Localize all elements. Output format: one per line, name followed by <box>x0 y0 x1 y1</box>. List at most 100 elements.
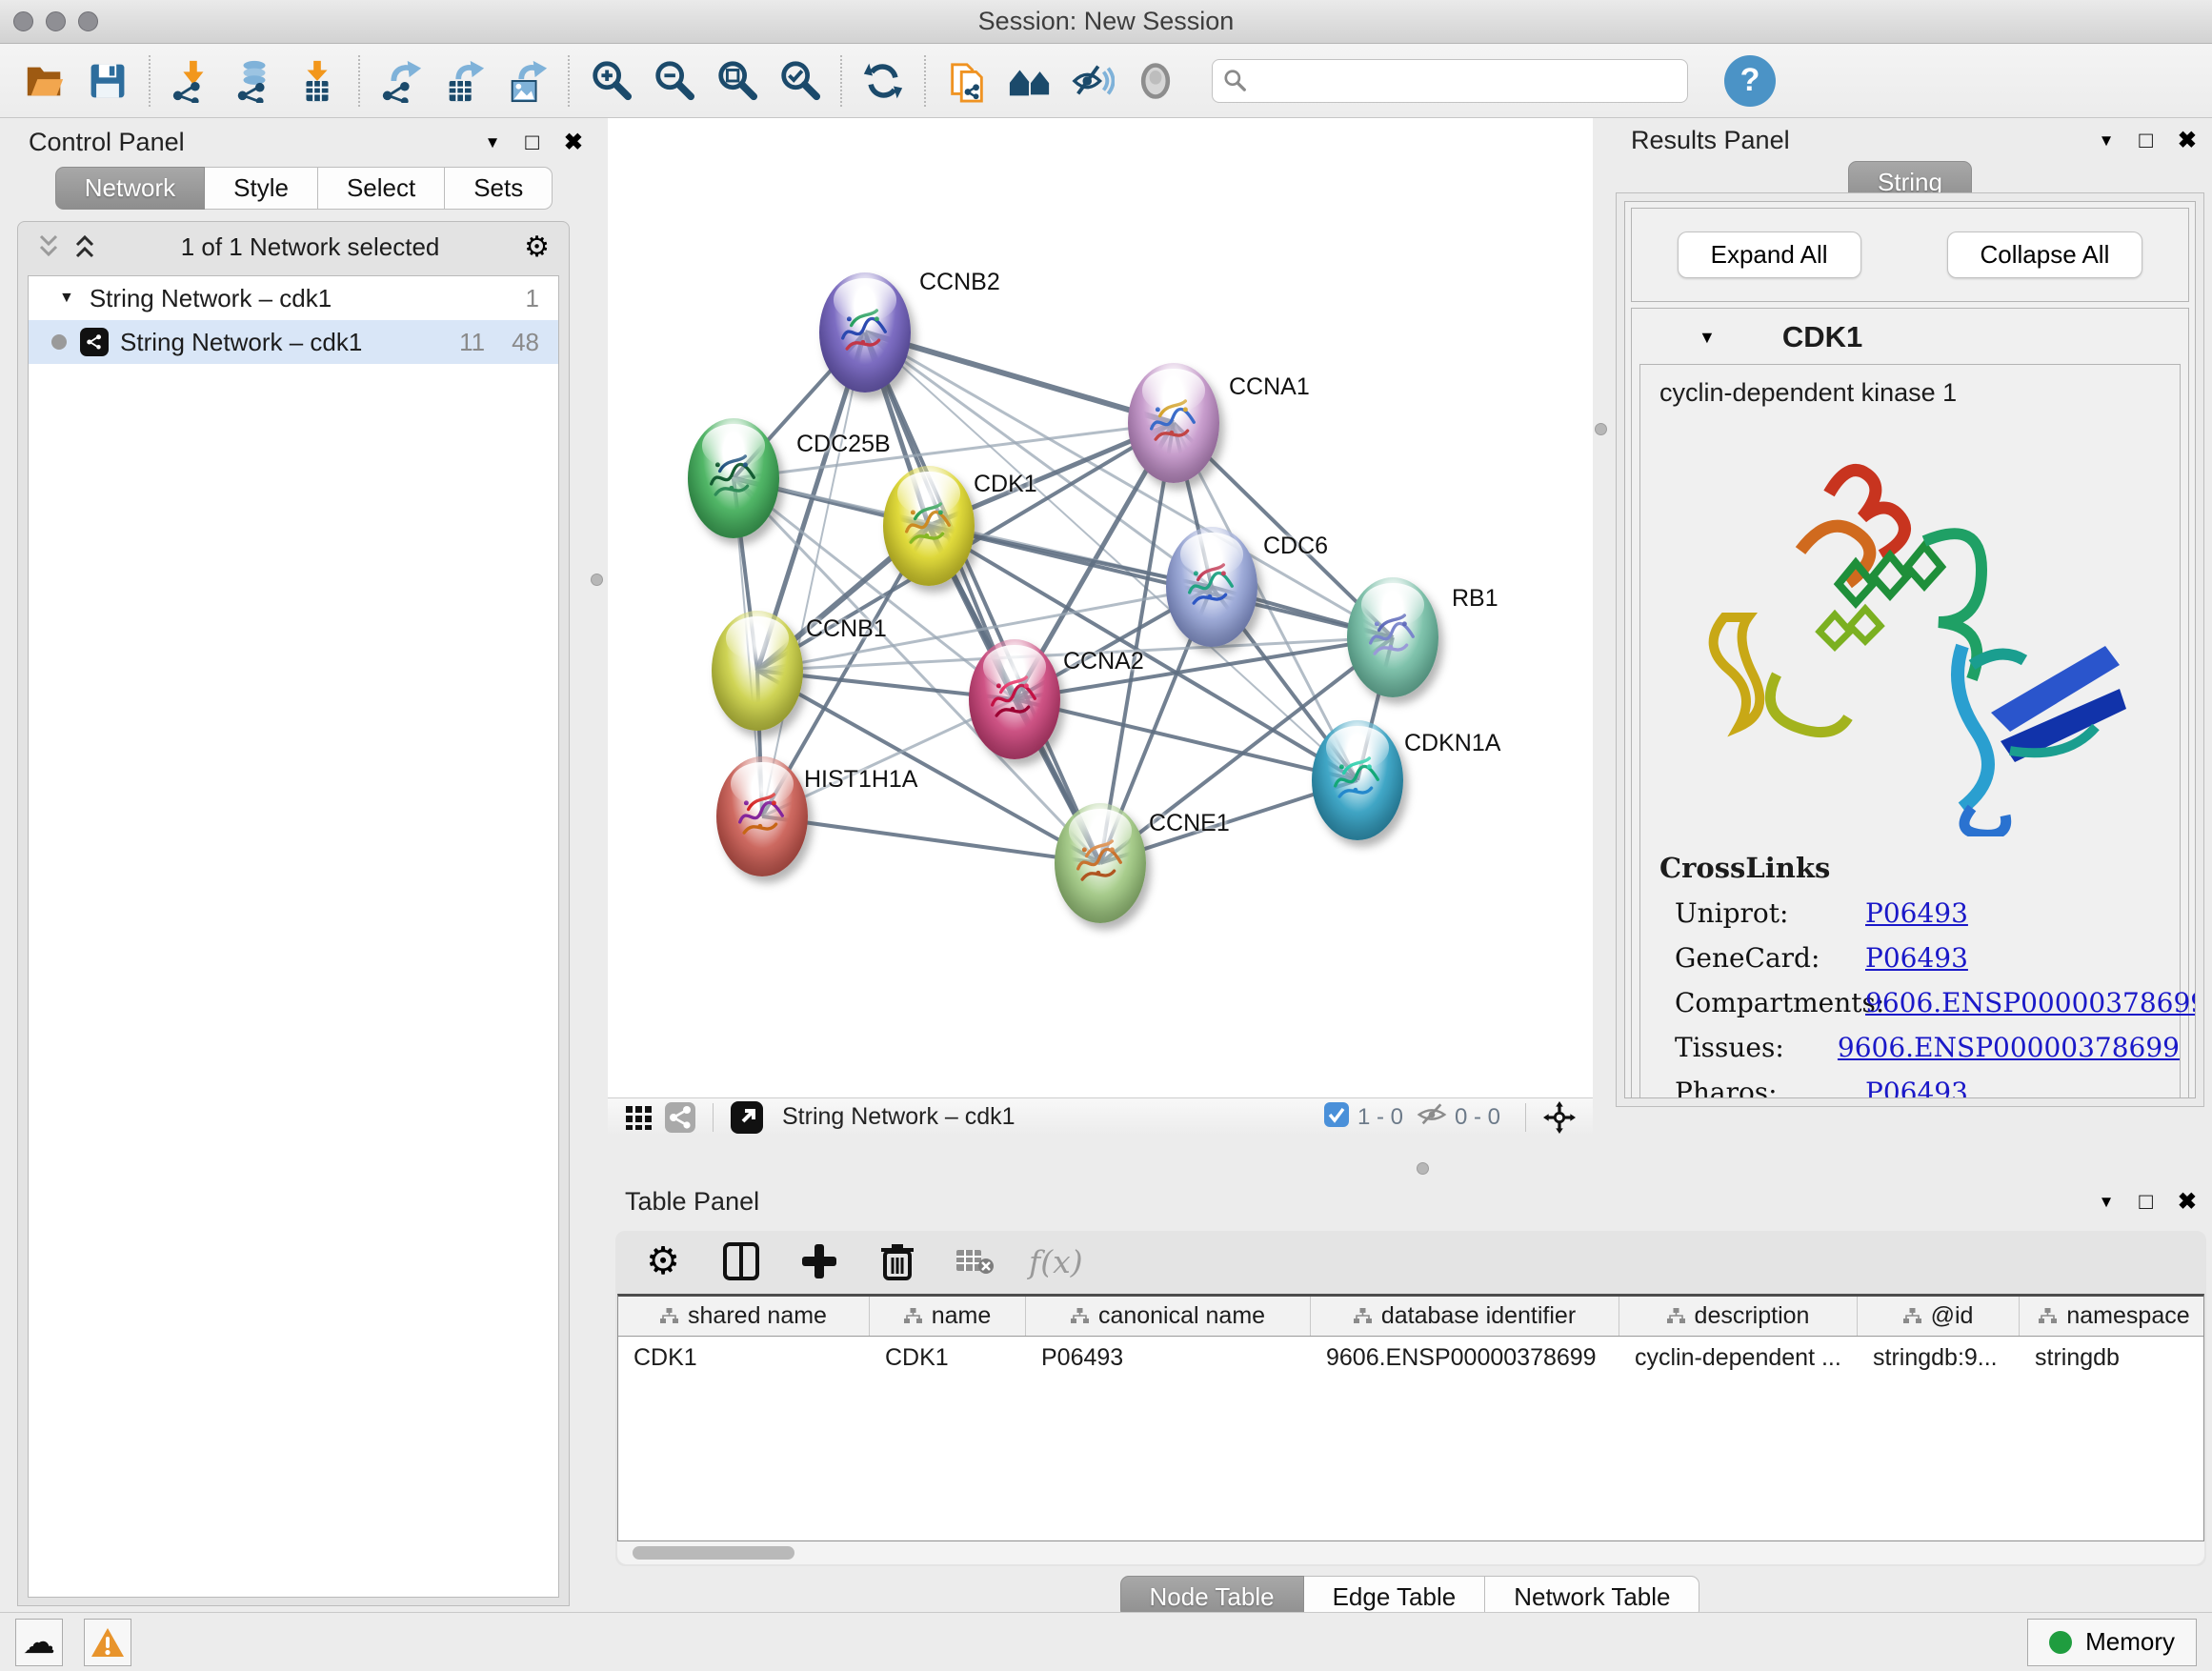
scrollbar-thumb[interactable] <box>633 1546 794 1560</box>
network-node-hist1h1a[interactable] <box>716 756 808 876</box>
table-cell[interactable]: cyclin-dependent ... <box>1619 1344 1858 1372</box>
refresh-view-button[interactable] <box>852 50 915 111</box>
table-cell[interactable]: CDK1 <box>618 1344 870 1372</box>
crosslink-link[interactable]: 9606.ENSP00000378699 <box>1838 1032 2180 1063</box>
node-label-ccnb2: CCNB2 <box>919 269 1000 296</box>
panel-menu-button[interactable]: ▼ <box>485 133 501 152</box>
save-session-button[interactable] <box>76 50 139 111</box>
left-splitter-handle[interactable] <box>591 574 603 586</box>
network-collection-row[interactable]: ▼ String Network – cdk1 1 <box>29 276 558 320</box>
table-row[interactable]: CDK1CDK1P064939606.ENSP00000378699cyclin… <box>618 1337 2203 1379</box>
network-node-cdk1[interactable] <box>883 466 975 586</box>
help-button[interactable]: ? <box>1724 55 1776 107</box>
export-table-button[interactable] <box>432 50 495 111</box>
results-panel-title: Results Panel <box>1631 126 1790 155</box>
grid-view-button[interactable] <box>619 1103 659 1132</box>
bottom-splitter-handle[interactable] <box>1417 1162 1429 1175</box>
tab-style[interactable]: Style <box>205 167 318 210</box>
show-columns-button[interactable] <box>716 1237 766 1286</box>
network-view-share-button[interactable] <box>659 1102 701 1133</box>
import-network-file-button[interactable] <box>160 50 223 111</box>
table-cell[interactable]: 9606.ENSP00000378699 <box>1311 1344 1619 1372</box>
table-cell[interactable]: stringdb:9... <box>1858 1344 2020 1372</box>
zoom-fit-button[interactable] <box>705 50 768 111</box>
tree-expander-icon[interactable]: ▼ <box>59 290 74 307</box>
network-node-ccnb1[interactable] <box>712 611 803 731</box>
table-cell[interactable]: P06493 <box>1026 1344 1311 1372</box>
birds-eye-view-button[interactable] <box>1538 1101 1581 1134</box>
zoom-in-button[interactable] <box>579 50 642 111</box>
search-icon <box>1222 69 1247 93</box>
import-network-database-button[interactable] <box>223 50 286 111</box>
panel-float-button[interactable]: □ <box>2139 1189 2153 1216</box>
table-cell[interactable]: CDK1 <box>870 1344 1026 1372</box>
tab-network[interactable]: Network <box>55 167 205 210</box>
right-splitter-handle[interactable] <box>1595 423 1607 435</box>
gene-collapse-icon[interactable]: ▼ <box>1699 328 1716 348</box>
panel-float-button[interactable]: □ <box>2139 128 2153 154</box>
tab-sets[interactable]: Sets <box>445 167 553 210</box>
memory-button[interactable]: Memory <box>2027 1619 2197 1666</box>
column-header-description[interactable]: description <box>1619 1297 1858 1336</box>
duplicate-network-button[interactable] <box>935 50 998 111</box>
panel-close-button[interactable]: ✖ <box>564 129 583 156</box>
hidden-node-edge-count: 0 - 0 <box>1455 1104 1500 1131</box>
network-node-cdc6[interactable] <box>1166 527 1257 647</box>
crosslink-link[interactable]: P06493 <box>1865 942 1968 974</box>
panel-menu-button[interactable]: ▼ <box>2099 131 2115 151</box>
collapse-all-networks-button[interactable] <box>37 234 60 259</box>
column-header-namespace[interactable]: namespace <box>2020 1297 2204 1336</box>
crosslink-label: Tissues: <box>1675 1032 1838 1063</box>
zoom-out-button[interactable] <box>642 50 705 111</box>
add-column-button[interactable] <box>794 1237 844 1286</box>
crosslink-link[interactable]: P06493 <box>1865 897 1968 929</box>
export-image-button[interactable] <box>495 50 558 111</box>
protein-thumbnail <box>986 666 1041 727</box>
selected-checkbox[interactable] <box>1323 1101 1350 1133</box>
import-table-file-button[interactable] <box>286 50 349 111</box>
network-node-rb1[interactable] <box>1347 577 1438 697</box>
column-type-icon <box>2039 1308 2057 1324</box>
network-canvas[interactable]: CCNB2CCNA1CDC25BCDK1CDC6RB1CCNB1CCNA2CDK… <box>608 118 1593 1097</box>
crosslinks-title: CrossLinks <box>1659 852 2180 884</box>
network-node-ccne1[interactable] <box>1055 803 1146 923</box>
panel-close-button[interactable]: ✖ <box>2178 127 2197 154</box>
column-header-shared-name[interactable]: shared name <box>618 1297 870 1336</box>
column-header-database-identifier[interactable]: database identifier <box>1311 1297 1619 1336</box>
show-graphics-details-button[interactable] <box>1124 50 1187 111</box>
column-header-canonical-name[interactable]: canonical name <box>1026 1297 1311 1336</box>
panel-float-button[interactable]: □ <box>525 130 539 156</box>
detach-view-button[interactable] <box>725 1101 769 1134</box>
table-options-gear-button[interactable]: ⚙ <box>638 1237 688 1286</box>
network-node-ccna2[interactable] <box>969 639 1060 759</box>
network-options-gear-button[interactable]: ⚙ <box>524 231 550 264</box>
network-row[interactable]: String Network – cdk1 11 48 <box>29 320 558 364</box>
delete-column-button[interactable] <box>873 1237 922 1286</box>
network-node-cdc25b[interactable] <box>688 418 779 538</box>
expand-all-networks-button[interactable] <box>73 234 96 259</box>
search-input[interactable] <box>1255 62 1678 100</box>
crosslink-link[interactable]: 9606.ENSP00000378699 <box>1865 987 2196 1018</box>
collapse-all-button[interactable]: Collapse All <box>1947 232 2143 278</box>
cloud-button[interactable]: ☁ <box>15 1619 63 1666</box>
network-node-ccnb2[interactable] <box>819 272 911 393</box>
houses-icon-button[interactable] <box>998 50 1061 111</box>
column-header-at-id[interactable]: @id <box>1858 1297 2020 1336</box>
open-session-button[interactable] <box>13 50 76 111</box>
panel-menu-button[interactable]: ▼ <box>2099 1193 2115 1212</box>
column-header-name[interactable]: name <box>870 1297 1026 1336</box>
horizontal-scrollbar[interactable] <box>617 1541 2204 1564</box>
panel-close-button[interactable]: ✖ <box>2178 1188 2197 1216</box>
network-node-ccna1[interactable] <box>1128 363 1219 483</box>
export-network-button[interactable] <box>370 50 432 111</box>
hide-graphics-details-button[interactable] <box>1061 50 1124 111</box>
zoom-selected-button[interactable] <box>768 50 831 111</box>
table-cell[interactable]: stringdb <box>2020 1344 2204 1372</box>
network-tab-body: 1 of 1 Network selected ⚙ ▼ String Netwo… <box>17 221 570 1606</box>
network-node-cdkn1a[interactable] <box>1312 720 1403 840</box>
edge-count: 48 <box>512 328 539 357</box>
expand-all-button[interactable]: Expand All <box>1678 232 1861 278</box>
crosslink-link[interactable]: P06493 <box>1865 1077 1968 1098</box>
tab-select[interactable]: Select <box>318 167 445 210</box>
warnings-button[interactable] <box>84 1619 131 1666</box>
